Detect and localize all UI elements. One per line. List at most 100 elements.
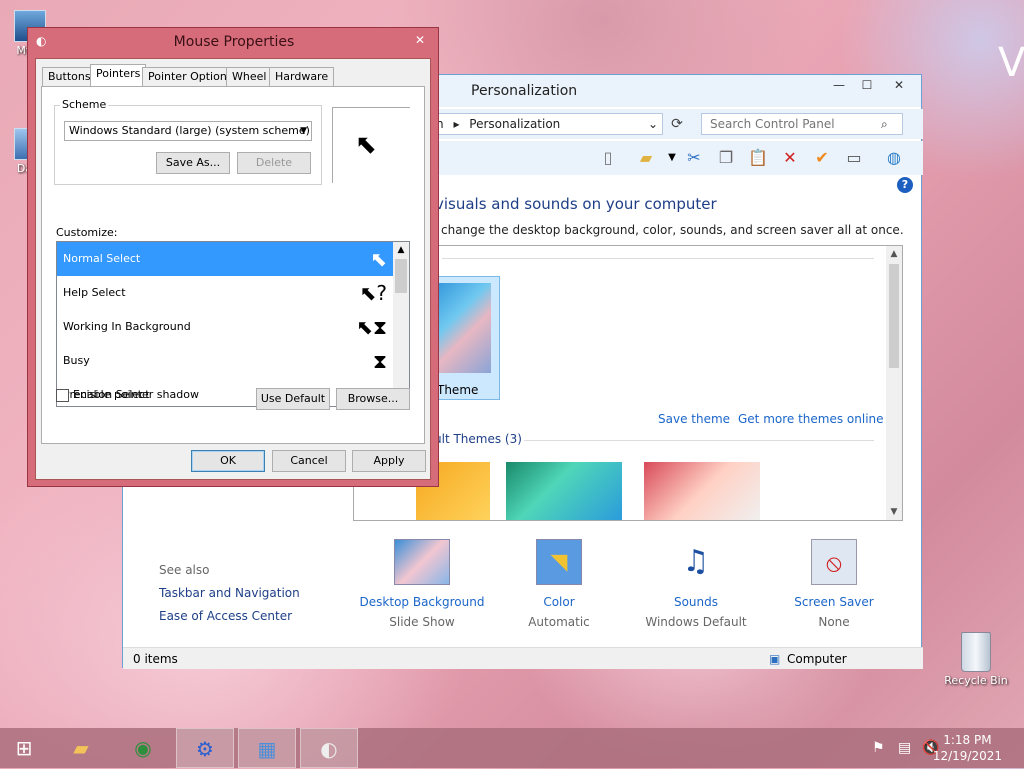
pointer-shadow-label[interactable]: Enable pointer shadow <box>73 388 199 401</box>
maximize-button[interactable]: ☐ <box>853 75 881 95</box>
delete-icon[interactable]: ✕ <box>779 147 801 169</box>
desktop-icon-recycle-bin[interactable]: Recycle Bin <box>944 632 1008 687</box>
color-value: Automatic <box>528 615 590 629</box>
scrollbar-thumb[interactable] <box>889 264 899 368</box>
globe-icon[interactable]: ◍ <box>883 147 905 169</box>
close-button[interactable]: ✕ <box>410 31 430 49</box>
status-item-count: 0 items <box>133 652 178 666</box>
sounds-item[interactable]: ♫ Sounds Windows Default <box>631 539 761 629</box>
chevron-down-icon[interactable]: ⌄ <box>648 114 658 134</box>
pointer-list-scrollbar[interactable]: ▲ ▼ <box>393 242 409 406</box>
copy-icon[interactable]: ❐ <box>715 147 737 169</box>
refresh-button[interactable]: ⟳ <box>667 114 687 134</box>
desktop-icon-label: Recycle Bin <box>944 674 1008 687</box>
properties-icon[interactable]: ▭ <box>843 147 865 169</box>
minimize-button[interactable]: — <box>825 75 853 95</box>
window-title: Personalization <box>471 83 578 99</box>
network-icon[interactable]: ▤ <box>898 740 911 756</box>
desktop-background-item[interactable]: Desktop Background Slide Show <box>357 539 487 629</box>
tab-pointers[interactable]: Pointers <box>90 64 147 88</box>
desktop-background-value: Slide Show <box>389 615 455 629</box>
save-theme-link[interactable]: Save theme <box>658 412 730 426</box>
desktop-background-label[interactable]: Desktop Background <box>357 595 487 609</box>
breadcrumb-separator: ▸ <box>453 117 460 131</box>
dialog-title: Mouse Properties <box>173 34 295 50</box>
clock-time: 1:18 PM <box>943 733 992 747</box>
list-item[interactable]: Help Select ⬉? <box>57 276 395 310</box>
recycle-bin-icon <box>961 632 991 672</box>
delete-button[interactable]: Delete <box>237 152 311 174</box>
search-input[interactable] <box>701 113 903 135</box>
flag-icon[interactable]: ⚑ <box>872 740 885 756</box>
preview-pane-icon[interactable]: ▯ <box>597 147 619 169</box>
chevron-down-icon[interactable]: ▼ <box>661 147 683 169</box>
folder-icon[interactable]: ▰ <box>635 147 657 169</box>
search-icon[interactable]: ⌕ <box>881 117 888 132</box>
pointer-name: Normal Select <box>63 252 141 265</box>
tab-hardware[interactable]: Hardware <box>269 67 335 87</box>
cursor-arrow-icon: ⬉ <box>355 130 377 160</box>
paste-icon[interactable]: 📋 <box>747 147 769 169</box>
chevron-up-icon[interactable]: ▲ <box>393 242 409 258</box>
scheme-label: Scheme <box>60 98 109 111</box>
get-more-themes-link[interactable]: Get more themes online <box>738 412 884 426</box>
sounds-label[interactable]: Sounds <box>631 595 761 609</box>
chevron-down-icon[interactable]: ▼ <box>886 504 902 520</box>
browse-button[interactable]: Browse... <box>336 388 410 410</box>
cut-icon[interactable]: ✂ <box>683 147 705 169</box>
cursor-arrow-icon: ⬉ <box>370 247 387 271</box>
list-item[interactable]: Busy ⧗ <box>57 344 395 378</box>
sounds-icon: ♫ <box>682 544 710 579</box>
screen-saver-item[interactable]: ⦸ Screen Saver None <box>769 539 899 629</box>
tab-buttons[interactable]: Buttons <box>42 67 97 87</box>
system-clock[interactable]: 1:18 PM 12/19/2021 <box>933 732 1002 764</box>
theme-thumbnail-3[interactable] <box>644 462 760 520</box>
color-item[interactable]: ◥ Color Automatic <box>494 539 624 629</box>
close-button[interactable]: ✕ <box>881 75 917 95</box>
cursor-help-icon: ⬉? <box>359 281 387 305</box>
page-subtext: change the desktop background, color, so… <box>441 223 904 237</box>
ok-button[interactable]: OK <box>191 450 265 472</box>
taskbar-chrome[interactable]: ◉ <box>114 728 172 768</box>
pointer-list: Normal Select ⬉ Help Select ⬉? Working I… <box>56 241 410 407</box>
themes-scrollbar[interactable]: ▲ ▼ <box>886 246 902 520</box>
taskbar-settings[interactable]: ⚙ <box>176 728 234 768</box>
save-as-button[interactable]: Save As... <box>156 152 230 174</box>
status-location: Computer <box>787 652 847 666</box>
pointer-name: Working In Background <box>63 320 191 333</box>
help-icon[interactable]: ? <box>897 177 913 193</box>
chevron-up-icon[interactable]: ▲ <box>886 246 902 262</box>
list-item[interactable]: Normal Select ⬉ <box>57 242 395 276</box>
start-button[interactable]: ⊞ <box>0 728 48 768</box>
cursor-busy-icon: ⧗ <box>372 349 387 373</box>
taskbar-control-panel[interactable]: ▦ <box>238 728 296 768</box>
taskbar-navigation-link[interactable]: Taskbar and Navigation <box>159 586 300 600</box>
pointer-name: Busy <box>63 354 90 367</box>
tab-wheel[interactable]: Wheel <box>226 67 273 87</box>
pointer-shadow-checkbox[interactable] <box>56 389 69 402</box>
color-label[interactable]: Color <box>494 595 624 609</box>
mouse-properties-dialog: ◐ Mouse Properties ✕ Buttons Pointers Po… <box>27 27 439 487</box>
use-default-button[interactable]: Use Default <box>256 388 330 410</box>
screen-saver-label[interactable]: Screen Saver <box>769 595 899 609</box>
theme-group-divider <box>524 440 874 441</box>
default-themes-label: ult Themes (3) <box>434 432 522 446</box>
breadcrumb-personalization[interactable]: Personalization <box>469 117 560 131</box>
tab-pointer-options[interactable]: Pointer Options <box>142 67 239 87</box>
chevron-down-icon[interactable]: ▼ <box>300 122 307 140</box>
customize-label: Customize: <box>56 226 118 239</box>
apply-button[interactable]: Apply <box>352 450 426 472</box>
scheme-select[interactable]: Windows Standard (large) (system scheme)… <box>64 121 312 141</box>
cursor-working-icon: ⬉⧗ <box>356 315 387 339</box>
ease-of-access-link[interactable]: Ease of Access Center <box>159 609 292 623</box>
computer-icon: ▣ <box>769 652 781 666</box>
taskbar-file-explorer[interactable]: ▰ <box>52 728 110 768</box>
pointers-panel: Scheme Windows Standard (large) (system … <box>41 86 425 444</box>
check-icon[interactable]: ✔ <box>811 147 833 169</box>
list-item[interactable]: Working In Background ⬉⧗ <box>57 310 395 344</box>
clock-date: 12/19/2021 <box>932 749 1002 763</box>
theme-thumbnail-2[interactable] <box>506 462 622 520</box>
taskbar-mouse-properties[interactable]: ◐ <box>300 728 358 768</box>
scrollbar-thumb[interactable] <box>395 259 407 293</box>
cancel-button[interactable]: Cancel <box>272 450 346 472</box>
